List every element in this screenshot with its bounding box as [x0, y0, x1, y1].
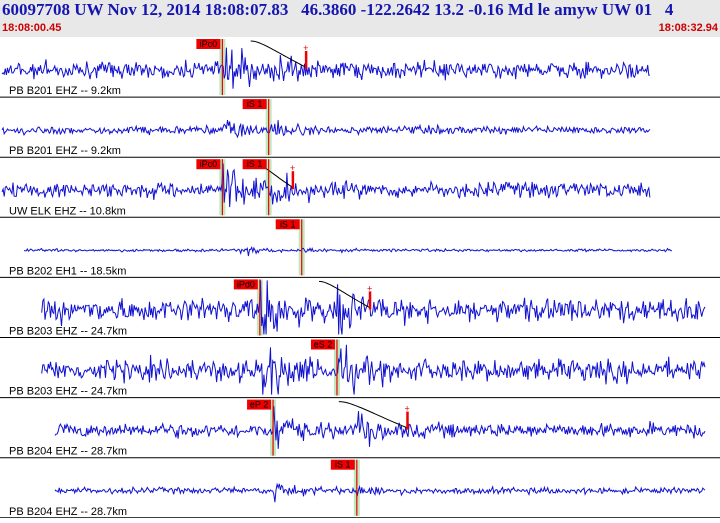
event-title: 60097708 UW Nov 12, 2014 18:08:07.83 46.…: [2, 0, 674, 19]
header-bar: 60097708 UW Nov 12, 2014 18:08:07.83 46.…: [0, 0, 720, 37]
waveform-trace[interactable]: [41, 344, 706, 395]
coda-plus: +: [404, 404, 409, 414]
waveform-trace[interactable]: [1, 163, 651, 208]
station-label: PB B203 EHZ -- 24.7km: [9, 326, 127, 338]
pick-label[interactable]: iS 1: [247, 159, 263, 169]
pick-label[interactable]: iS 1: [247, 99, 263, 109]
pick-label[interactable]: iS 1: [335, 460, 351, 470]
coda-curve: [338, 401, 408, 429]
start-time-label: 18:08:00.45: [2, 22, 62, 34]
station-label: UW ELK EHZ -- 10.8km: [9, 205, 126, 217]
waveform-trace[interactable]: [54, 482, 706, 503]
station-label: PB B204 EHZ -- 28.7km: [9, 506, 127, 518]
station-label: PB B202 EH1 -- 18.5km: [9, 265, 126, 277]
waveform-trace[interactable]: [54, 406, 706, 449]
pick-label[interactable]: eS 2: [314, 340, 333, 350]
end-time-label: 18:08:32.94: [658, 22, 718, 34]
coda-plus: +: [367, 283, 372, 293]
pick-label[interactable]: iPc0: [200, 159, 218, 169]
pick-label[interactable]: iPc0: [200, 39, 218, 49]
pick-label[interactable]: iS 1: [280, 219, 296, 229]
waveform-trace[interactable]: [1, 120, 651, 139]
waveform-trace[interactable]: [1, 47, 650, 89]
station-label: PB B201 EHZ -- 9.2km: [9, 85, 121, 97]
station-label: PB B204 EHZ -- 28.7km: [9, 446, 127, 458]
station-label: PB B203 EHZ -- 24.7km: [9, 386, 127, 398]
seismogram-panel[interactable]: + iPc0 PB B201 EHZ -- 9.2km iS 1 PB B201 EHZ…: [0, 37, 720, 519]
coda-curve: [318, 280, 371, 309]
coda-plus: +: [303, 43, 308, 53]
coda-curve: [250, 40, 307, 68]
waveform-trace[interactable]: [23, 245, 672, 257]
station-label: PB B201 EHZ -- 9.2km: [9, 145, 121, 157]
seismogram-plot[interactable]: + iPc0 PB B201 EHZ -- 9.2km iS 1 PB B201 EHZ…: [0, 37, 720, 519]
coda-plus: +: [290, 163, 295, 173]
pick-label[interactable]: eP 2: [250, 400, 268, 410]
waveform-trace[interactable]: [41, 280, 706, 335]
pick-label[interactable]: iPd0: [237, 279, 255, 289]
